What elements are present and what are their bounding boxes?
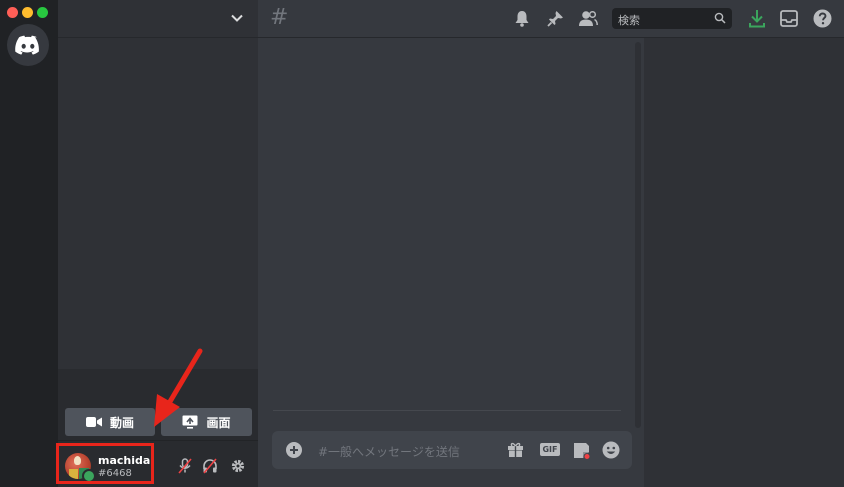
search-input[interactable]: 検索: [612, 8, 732, 29]
inbox-icon[interactable]: [780, 10, 798, 27]
download-icon[interactable]: [748, 9, 766, 28]
chat-scrollbar[interactable]: [635, 42, 641, 428]
help-icon[interactable]: [813, 9, 832, 28]
screen-label: 画面: [206, 415, 231, 430]
sticker-icon[interactable]: [572, 441, 591, 460]
home-button[interactable]: [7, 24, 49, 66]
discord-logo-icon: [15, 35, 41, 55]
members-icon[interactable]: [578, 10, 598, 27]
message-input[interactable]: #一般へメッセージを送信: [318, 443, 460, 460]
video-camera-icon: [85, 416, 102, 428]
mute-mic-icon[interactable]: [177, 458, 193, 474]
channel-hash-icon: #: [270, 5, 289, 30]
zoom-window-button[interactable]: [37, 7, 48, 18]
settings-gear-icon[interactable]: [230, 458, 246, 474]
user-panel-highlight-box: [56, 443, 154, 484]
chat-divider: [273, 410, 621, 411]
close-window-button[interactable]: [7, 7, 18, 18]
member-list: [644, 38, 844, 487]
server-rail: [0, 0, 58, 487]
message-composer[interactable]: #一般へメッセージを送信 GIF: [272, 431, 632, 469]
add-icon[interactable]: [286, 442, 302, 458]
minimize-window-button[interactable]: [22, 7, 33, 18]
chevron-down-icon[interactable]: [230, 11, 244, 25]
video-label: 動画: [109, 415, 134, 430]
annotation-arrow-icon: [140, 345, 210, 435]
pin-icon[interactable]: [547, 10, 564, 27]
deafen-headphones-icon[interactable]: [202, 458, 218, 474]
gif-icon[interactable]: GIF: [540, 443, 560, 456]
search-icon: [714, 12, 726, 24]
emoji-icon[interactable]: [602, 441, 620, 459]
channel-header: # 検索: [258, 0, 844, 38]
server-header[interactable]: [58, 0, 258, 38]
bell-icon[interactable]: [514, 10, 530, 27]
search-placeholder: 検索: [618, 14, 640, 27]
gift-icon[interactable]: [507, 441, 524, 458]
